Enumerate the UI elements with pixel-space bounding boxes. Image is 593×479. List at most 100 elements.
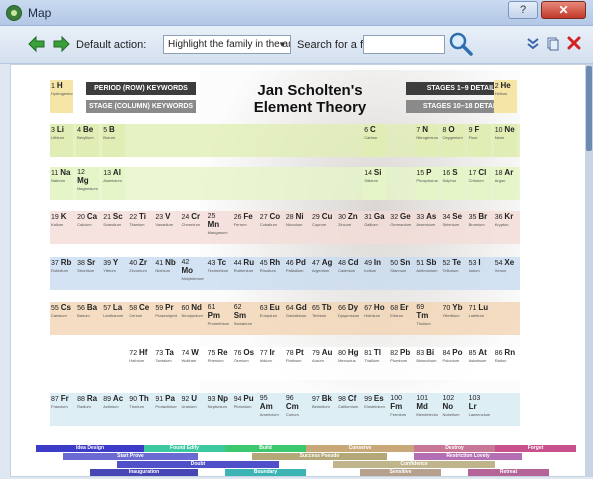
element-cell[interactable]: 20 Ca Calcium [76, 211, 99, 244]
element-cell[interactable]: 98 Cf Californium [337, 393, 360, 426]
element-cell[interactable]: 102 No Nobelium [442, 393, 465, 426]
search-icon[interactable] [448, 31, 474, 57]
element-cell[interactable]: 38 Sr Strontium [76, 257, 99, 290]
element-cell[interactable]: 55 Cs Caesium [50, 302, 73, 335]
element-cell[interactable]: 75 Re Rhenium [207, 347, 230, 380]
element-cell[interactable]: 1 H Hydrogenium [50, 80, 73, 113]
element-cell[interactable]: 26 Fe Ferrum [233, 211, 256, 244]
element-cell[interactable]: 58 Ce Cerium [128, 302, 151, 335]
close-button[interactable]: ✕ [541, 1, 586, 19]
element-cell[interactable]: 95 Am Americium [259, 393, 282, 426]
stage-bar[interactable]: Sensitive [360, 469, 441, 476]
stage-bar[interactable]: Retreat [468, 469, 549, 476]
stage-bar[interactable]: Confidence [333, 461, 495, 468]
element-cell[interactable]: 100 Fm Fermium [389, 393, 412, 426]
element-cell[interactable]: 17 Cl Chlorum [467, 167, 491, 200]
element-cell[interactable]: 93 Np Neptunium [207, 393, 230, 426]
stage-bar[interactable]: Inauguration [90, 469, 198, 476]
element-cell[interactable]: 76 Os Osmium [233, 347, 256, 380]
element-cell[interactable]: 83 Bi Bismuthum [415, 347, 438, 380]
element-cell[interactable]: 54 Xe Xenon [494, 257, 517, 290]
element-cell[interactable]: 88 Ra Radium [76, 393, 99, 426]
back-arrow-icon[interactable] [28, 35, 46, 53]
element-cell[interactable]: 87 Fr Francium [50, 393, 73, 426]
help-button[interactable]: ? [508, 1, 538, 19]
element-cell[interactable]: 39 Y Yttrium [102, 257, 125, 290]
stage-bar[interactable]: Idea Design [36, 445, 144, 452]
title-bar[interactable]: Map ? ✕ [0, 0, 593, 26]
element-cell[interactable]: 44 Ru Ruthenium [233, 257, 256, 290]
element-cell[interactable]: 18 Ar Argon [493, 167, 517, 200]
element-cell[interactable]: 62 Sm Samarium [233, 302, 256, 335]
stage-bar[interactable]: Restriction Lovely [414, 453, 522, 460]
element-cell[interactable]: 49 In Indium [363, 257, 386, 290]
element-cell[interactable]: 22 Ti Titanium [128, 211, 151, 244]
element-cell[interactable]: 89 Ac Actinium [102, 393, 125, 426]
element-cell[interactable]: 47 Ag Argentum [311, 257, 334, 290]
element-cell[interactable]: 37 Rb Rubidium [50, 257, 73, 290]
element-cell[interactable]: 94 Pu Plutonium [233, 393, 256, 426]
element-cell[interactable]: 41 Nb Niobium [154, 257, 177, 290]
element-cell[interactable]: 14 Si Silicium [363, 167, 387, 200]
element-cell[interactable]: 3 Li Lithium [50, 124, 73, 157]
element-cell[interactable]: 70 Yb Ytterbium [442, 302, 465, 335]
stage-bar[interactable]: Forget [495, 445, 576, 452]
element-cell[interactable]: 42 Mo Molybdenum [181, 257, 204, 290]
element-cell[interactable]: 59 PrPraseodymium [154, 302, 177, 335]
element-cell[interactable]: 13 Al Aluminium [102, 167, 126, 200]
element-cell[interactable]: 8 O Oxygenium [441, 124, 465, 157]
stage-bar[interactable]: Doubt [117, 461, 279, 468]
element-cell[interactable]: 48 Cd Cadmium [337, 257, 360, 290]
element-cell[interactable]: 16 S Sulphur [441, 167, 465, 200]
element-cell[interactable]: 11 Na Natrium [50, 167, 73, 200]
element-cell[interactable]: 72 Hf Hafnium [128, 347, 151, 380]
expand-icon[interactable] [526, 37, 540, 51]
element-cell[interactable]: 92 U Uranium [181, 393, 204, 426]
element-cell[interactable]: 82 Pb Plumbum [389, 347, 412, 380]
element-cell[interactable]: 85 At Astatinum [468, 347, 491, 380]
forward-arrow-icon[interactable] [52, 35, 70, 53]
element-cell[interactable]: 52 Te Tellurium [442, 257, 465, 290]
element-cell[interactable]: 65 Tb Terbium [311, 302, 334, 335]
element-cell[interactable]: 5 B Borum [102, 124, 126, 157]
element-cell[interactable]: 51 Sb Antimonium [415, 257, 438, 290]
element-cell[interactable]: 43 Tc Technetium [207, 257, 230, 290]
element-cell[interactable]: 77 Ir Iridium [259, 347, 282, 380]
element-cell[interactable]: 2 He Helium [493, 80, 517, 113]
remove-icon[interactable] [567, 36, 581, 50]
element-cell[interactable]: 19 K Kalium [50, 211, 73, 244]
stage-keywords-button[interactable]: STAGE (COLUMN) KEYWORDS [86, 100, 196, 113]
element-cell[interactable]: 73 Ta Tantalum [154, 347, 177, 380]
element-cell[interactable]: 34 Se Selenium [442, 211, 465, 244]
element-cell[interactable]: 69 Tm Thulium [415, 302, 438, 335]
element-cell[interactable]: 12 Mg Magnesium [76, 167, 100, 200]
default-action-select[interactable]: Highlight the family in the analysis ▼ [163, 35, 291, 54]
stage-bar[interactable]: Conserve [306, 445, 414, 452]
element-cell[interactable]: 84 Po Polonium [442, 347, 465, 380]
element-cell[interactable]: 46 Pd Palladium [285, 257, 308, 290]
element-cell[interactable]: 25 Mn Manganum [207, 211, 230, 244]
element-cell[interactable]: 45 Rh Rhodium [259, 257, 282, 290]
element-cell[interactable]: 61 Pm Promethium [207, 302, 230, 335]
element-cell[interactable]: 101 Md Mendelevium [415, 393, 438, 426]
element-cell[interactable]: 40 Zr Zirconium [128, 257, 151, 290]
element-cell[interactable]: 9 F Fluor [467, 124, 491, 157]
element-cell[interactable]: 28 Ni Niccolum [285, 211, 308, 244]
element-cell[interactable]: 33 As Arsenicum [415, 211, 438, 244]
element-cell[interactable]: 64 Gd Gadolinium [285, 302, 308, 335]
element-cell[interactable]: 97 Bk Berkelium [311, 393, 334, 426]
element-cell[interactable]: 15 P Phosphorus [415, 167, 439, 200]
element-cell[interactable]: 66 Dy Dysprosium [337, 302, 360, 335]
element-cell[interactable]: 96 Cm Curium [285, 393, 308, 426]
element-cell[interactable]: 27 Co Cobaltum [259, 211, 282, 244]
element-cell[interactable]: 57 La Lanthanum [102, 302, 125, 335]
element-cell[interactable]: 80 Hg Mercurius [337, 347, 360, 380]
stage-bar[interactable]: Boundary [225, 469, 306, 476]
element-cell[interactable]: 99 Es Einsteinium [363, 393, 386, 426]
stage-bar[interactable]: Found Edify [144, 445, 225, 452]
element-cell[interactable]: 32 Ge Germanium [389, 211, 412, 244]
stage-bar[interactable]: Build [225, 445, 306, 452]
copy-icon[interactable] [547, 37, 559, 51]
element-cell[interactable]: 68 Er Erbium [389, 302, 412, 335]
period-keywords-button[interactable]: PERIOD (ROW) KEYWORDS [86, 82, 196, 95]
